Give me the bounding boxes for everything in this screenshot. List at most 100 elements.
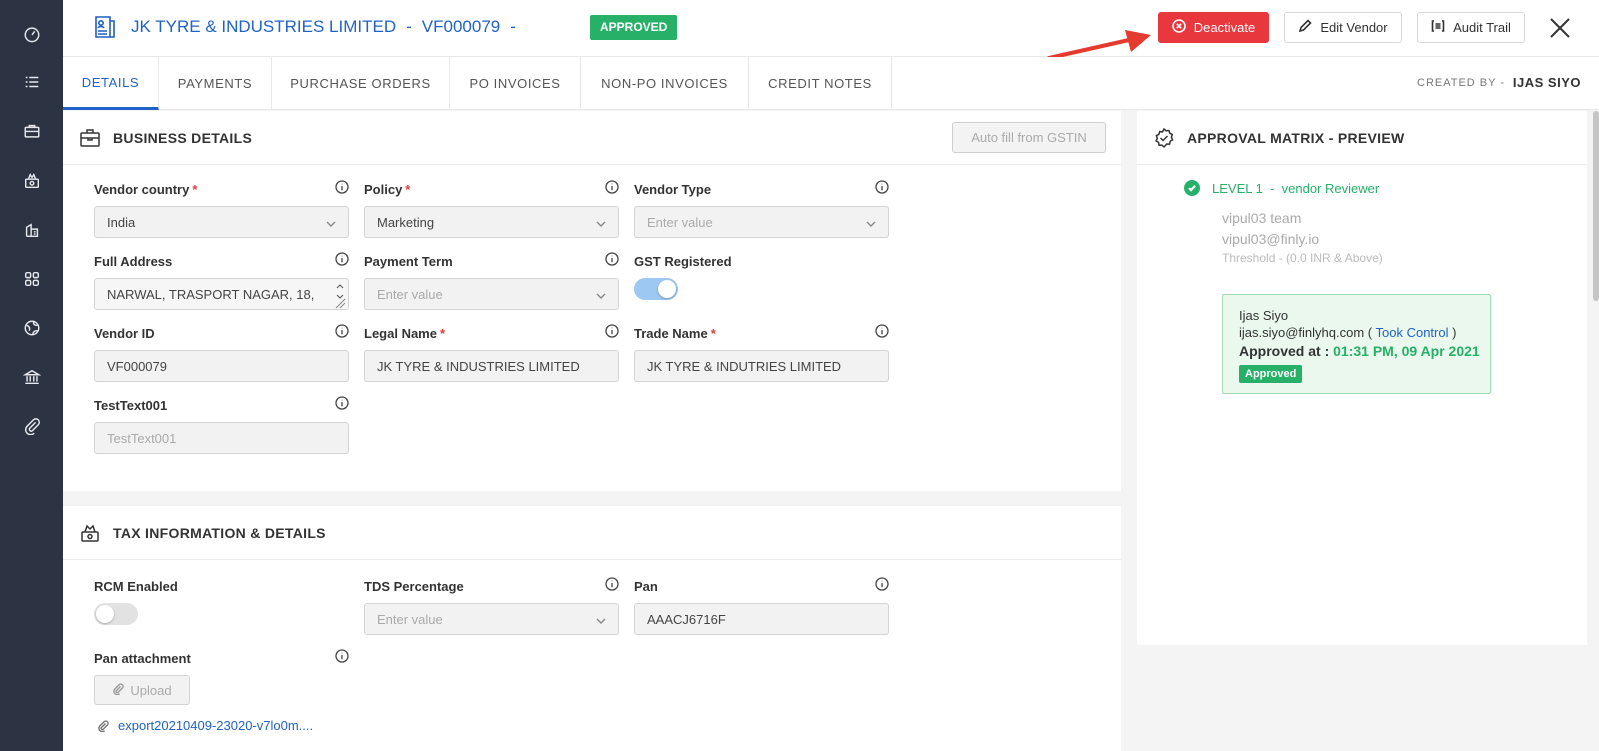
created-by-value: IJAS SIYO <box>1512 75 1581 90</box>
trade-name-input[interactable]: JK TYRE & INDUTRIES LIMITED <box>634 350 889 382</box>
approval-level: LEVEL 1 - vendor Reviewer <box>1212 181 1380 196</box>
approver-email-line: ijas.siyo@finlyhq.com ( Took Control ) <box>1239 325 1457 340</box>
paperclip-icon <box>97 719 109 733</box>
audit-trail-icon <box>1431 19 1445 36</box>
attachment-icon[interactable] <box>21 415 43 437</box>
info-icon[interactable] <box>335 252 349 266</box>
info-icon[interactable] <box>875 180 889 194</box>
toggle-knob <box>658 280 676 298</box>
upload-button[interactable]: Upload <box>94 675 190 705</box>
gst-registered-toggle[interactable] <box>634 278 678 300</box>
gst-registered-label: GST Registered <box>634 254 732 269</box>
tab-credit-notes[interactable]: CREDIT NOTES <box>749 57 892 110</box>
info-icon[interactable] <box>335 324 349 338</box>
pencil-icon <box>1298 19 1313 36</box>
rcm-enabled-label: RCM Enabled <box>94 579 178 594</box>
briefcase-icon <box>79 127 101 149</box>
info-icon[interactable] <box>335 649 349 663</box>
chevron-down-icon <box>596 289 606 299</box>
info-icon[interactable] <box>875 324 889 338</box>
approver-email: vipul03@finly.io <box>1222 231 1320 247</box>
policy-select[interactable]: Marketing <box>364 206 619 238</box>
title-separator: - <box>510 17 516 36</box>
pan-input[interactable]: AAACJ6716F <box>634 603 889 635</box>
invoice-icon[interactable] <box>21 219 43 241</box>
vendor-type-label: Vendor Type <box>634 182 712 197</box>
paperclip-icon <box>112 682 125 698</box>
full-address-label: Full Address <box>94 254 173 269</box>
vendor-name: JK TYRE & INDUSTRIES LIMITED <box>131 17 397 36</box>
full-address-textarea[interactable]: NARWAL, TRASPORT NAGAR, 18, <box>94 278 349 310</box>
vendor-type-select[interactable]: Enter value <box>634 206 889 238</box>
vendor-profile-icon <box>93 15 117 39</box>
tab-po-invoices[interactable]: PO INVOICES <box>450 57 581 110</box>
approver-name: Ijas Siyo <box>1239 308 1289 323</box>
edit-vendor-button[interactable]: Edit Vendor <box>1284 12 1402 43</box>
title-separator: - <box>406 17 412 36</box>
info-icon[interactable] <box>605 180 619 194</box>
info-icon[interactable] <box>605 252 619 266</box>
approval-threshold: Threshold - (0.0 INR & Above) <box>1222 251 1383 265</box>
rcm-enabled-toggle[interactable] <box>94 603 138 625</box>
info-icon[interactable] <box>335 180 349 194</box>
info-icon[interactable] <box>605 324 619 338</box>
vendor-id-input[interactable]: VF000079 <box>94 350 349 382</box>
tds-percentage-select[interactable]: Enter value <box>364 603 619 635</box>
vendor-country-select[interactable]: India <box>94 206 349 238</box>
audit-trail-label: Audit Trail <box>1453 20 1511 35</box>
info-icon[interactable] <box>875 577 889 591</box>
scrollbar[interactable] <box>1593 111 1599 301</box>
tab-purchase-orders[interactable]: PURCHASE ORDERS <box>272 57 450 110</box>
audit-trail-button[interactable]: Audit Trail <box>1417 12 1525 43</box>
payment-term-select[interactable]: Enter value <box>364 278 619 310</box>
sidebar <box>0 0 63 751</box>
info-icon[interactable] <box>605 577 619 591</box>
chevron-down-icon <box>596 217 606 227</box>
section-header: TAX INFORMATION & DETAILS <box>63 506 1121 560</box>
business-details-section: BUSINESS DETAILS Auto fill from GSTIN Ve… <box>63 111 1121 491</box>
took-control-link[interactable]: Took Control <box>1376 325 1449 340</box>
toggle-knob <box>96 605 114 623</box>
briefcase-icon[interactable] <box>21 120 43 142</box>
tab-details[interactable]: DETAILS <box>63 57 159 110</box>
approval-card: Ijas Siyo ijas.siyo@finlyhq.com ( Took C… <box>1222 294 1491 394</box>
bank-icon[interactable] <box>21 366 43 388</box>
check-circle-icon <box>1184 180 1200 196</box>
approver-team: vipul03 team <box>1222 210 1302 226</box>
pan-label: Pan <box>634 579 658 594</box>
globe-icon[interactable] <box>21 317 43 339</box>
verified-badge-icon <box>1153 127 1175 149</box>
testtext001-input[interactable]: TestText001 <box>94 422 349 454</box>
apps-grid-icon[interactable] <box>21 268 43 290</box>
textarea-resize-handle[interactable] <box>334 281 346 309</box>
deactivate-button[interactable]: Deactivate <box>1158 12 1269 43</box>
tax-icon <box>79 522 101 544</box>
created-by-label: CREATED BY - <box>1417 77 1505 89</box>
status-badge: APPROVED <box>590 15 678 40</box>
section-header: BUSINESS DETAILS Auto fill from GSTIN <box>63 111 1121 165</box>
section-title: APPROVAL MATRIX - PREVIEW <box>1187 130 1405 146</box>
vendor-id-label: Vendor ID <box>94 326 155 341</box>
chevron-down-icon <box>866 217 876 227</box>
legal-name-input[interactable]: JK TYRE & INDUSTRIES LIMITED <box>364 350 619 382</box>
list-icon[interactable] <box>21 71 43 93</box>
vendor-country-label: Vendor country * <box>94 182 198 197</box>
approved-at: Approved at : 01:31 PM, 09 Apr 2021 <box>1239 343 1480 359</box>
legal-name-label: Legal Name * <box>364 326 446 341</box>
info-icon[interactable] <box>335 396 349 410</box>
autofill-gstin-button[interactable]: Auto fill from GSTIN <box>952 122 1106 153</box>
vendor-code: VF000079 <box>421 17 501 36</box>
section-title: TAX INFORMATION & DETAILS <box>113 525 326 541</box>
edit-vendor-label: Edit Vendor <box>1320 20 1388 35</box>
close-icon[interactable] <box>1548 16 1572 40</box>
tax-information-section: TAX INFORMATION & DETAILS RCM Enabled TD… <box>63 506 1121 751</box>
tab-non-po-invoices[interactable]: NON-PO INVOICES <box>581 57 749 110</box>
page-header: JK TYRE & INDUSTRIES LIMITED - VF000079- A… <box>63 0 1599 57</box>
attachment-file-link[interactable]: export20210409-23020-v7lo0m.... <box>118 718 313 733</box>
tab-payments[interactable]: PAYMENTS <box>159 57 272 110</box>
dashboard-icon[interactable] <box>21 23 43 45</box>
pan-attachment-label: Pan attachment <box>94 651 191 666</box>
approval-matrix-panel: APPROVAL MATRIX - PREVIEW LEVEL 1 - vend… <box>1137 111 1587 645</box>
policy-label: Policy * <box>364 182 411 197</box>
payments-icon[interactable] <box>21 170 43 192</box>
